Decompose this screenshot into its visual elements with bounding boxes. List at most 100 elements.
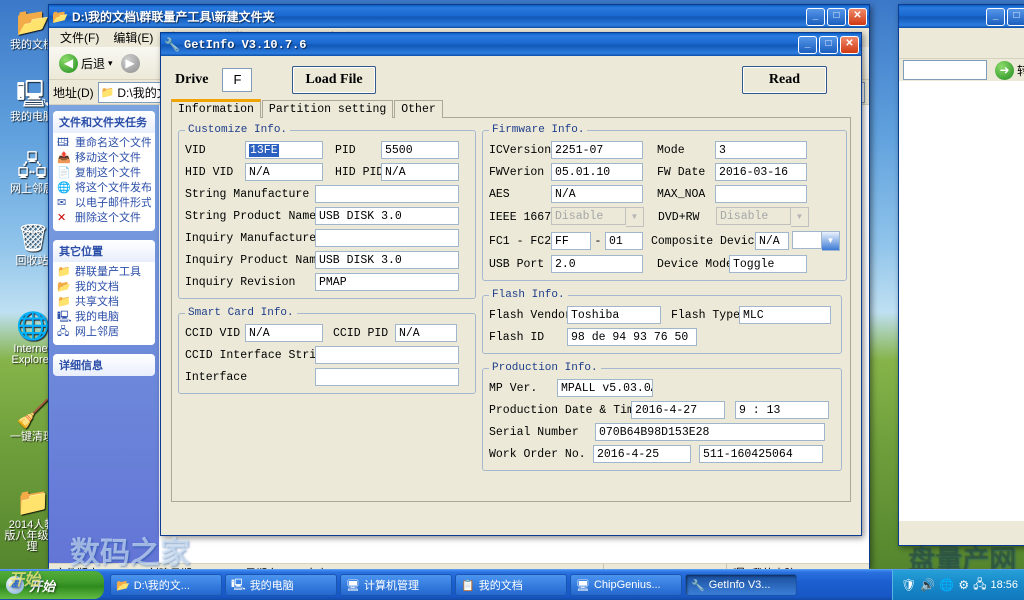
composite-device-combobox[interactable]: ▼ <box>792 231 840 251</box>
hid-pid-field[interactable]: N/A <box>381 163 459 181</box>
interface-field[interactable] <box>315 368 459 386</box>
background-go-button[interactable]: ➜ 转到 <box>991 60 1024 81</box>
chevron-down-icon[interactable]: ▼ <box>822 231 840 251</box>
menu-edit[interactable]: 编辑(E) <box>106 28 160 47</box>
taskbar: ⊞ 开始 📂 D:\我的文... 🖳 我的电脑 🖥 计算机管理 📋 我的文档 🖥 <box>0 569 1024 600</box>
fwverion-field[interactable]: 05.01.10 <box>551 163 643 181</box>
task-item-my-documents[interactable]: 📂 我的文档 <box>57 280 151 295</box>
task-item-shared-documents[interactable]: 📁 共享文档 <box>57 295 151 310</box>
maximize-button[interactable]: □ <box>1007 8 1024 26</box>
explorer-maximize-button[interactable]: □ <box>827 8 846 26</box>
chevron-down-icon[interactable]: ▾ <box>108 58 113 69</box>
background-address-input[interactable] <box>903 60 987 80</box>
inquiry-manufacture-field[interactable] <box>315 229 459 247</box>
hid-vid-field[interactable]: N/A <box>245 163 323 181</box>
getinfo-maximize-button[interactable]: □ <box>819 36 838 54</box>
fwdate-field[interactable]: 2016-03-16 <box>715 163 807 181</box>
ieee-combobox[interactable]: Disable ▼ <box>551 207 644 227</box>
taskbar-item-explorer-folder[interactable]: 📂 D:\我的文... <box>110 574 222 596</box>
composite-device-field[interactable]: N/A <box>755 232 789 250</box>
background-explorer-window[interactable]: _ □ ✕ 🪟 ➜ 转到 <box>898 4 1024 546</box>
delete-x-icon: ✕ <box>57 212 71 225</box>
start-button[interactable]: ⊞ 开始 <box>0 571 104 599</box>
taskbar-item-my-computer[interactable]: 🖳 我的电脑 <box>225 574 337 596</box>
device-mode-field[interactable]: Toggle <box>729 255 807 273</box>
network-icon[interactable]: 🌐 <box>939 578 954 592</box>
vid-field[interactable]: 13FE <box>245 141 323 159</box>
minimize-button[interactable]: _ <box>986 8 1005 26</box>
task-item-move[interactable]: 📤 移动这个文件 <box>57 151 151 166</box>
background-window-addressbar[interactable]: ➜ 转到 <box>899 59 1024 81</box>
row-inquiry-manufacture: Inquiry Manufacture Name <box>185 229 469 247</box>
getinfo-titlebar[interactable]: 🔧 GetInfo V3.10.7.6 _ □ ✕ <box>161 33 861 56</box>
explorer-titlebar[interactable]: 📂 D:\我的文档\群联量产工具\新建文件夹 _ □ ✕ <box>49 5 869 28</box>
volume-icon[interactable]: 🔊 <box>920 578 935 592</box>
ccid-interface-string-field[interactable] <box>315 346 459 364</box>
getinfo-tabs[interactable]: Information Partition setting Other <box>161 98 861 117</box>
row-string-manufacture: String Manufacture Name <box>185 185 469 203</box>
explorer-close-button[interactable]: ✕ <box>848 8 867 26</box>
mp-ver-field[interactable]: MPALL v5.03.0A <box>557 379 653 397</box>
task-item-phison-tool[interactable]: 📁 群联量产工具 <box>57 265 151 280</box>
ccid-pid-field[interactable]: N/A <box>395 324 457 342</box>
task-item-my-computer[interactable]: 🖳 我的电脑 <box>57 310 151 325</box>
dvdrw-label: DVD+RW <box>658 211 716 224</box>
settings-icon[interactable]: ⚙ <box>958 578 969 592</box>
forward-button[interactable]: ▶ <box>121 54 140 73</box>
work-order-date-field[interactable]: 2016-4-25 <box>593 445 691 463</box>
usb-device-icon[interactable]: 🖧 <box>973 575 986 596</box>
pid-field[interactable]: 5500 <box>381 141 459 159</box>
taskbar-item-computer-management[interactable]: 🖥 计算机管理 <box>340 574 452 596</box>
task-item-publish-web[interactable]: 🌐 将这个文件发布到 Web <box>57 181 151 196</box>
task-item-rename[interactable]: 🖽 重命名这个文件 <box>57 136 151 151</box>
flash-id-field[interactable]: 98 de 94 93 76 50 08 <box>567 328 697 346</box>
taskbar-item-getinfo[interactable]: 🔧 GetInfo V3... <box>685 574 797 596</box>
background-window-titlebar[interactable]: _ □ ✕ <box>899 5 1024 28</box>
menu-file[interactable]: 文件(F) <box>53 28 106 47</box>
tab-information[interactable]: Information <box>171 99 261 118</box>
flash-vendor-field[interactable]: Toshiba <box>567 306 661 324</box>
load-file-button[interactable]: Load File <box>292 66 375 94</box>
max-noa-field[interactable] <box>715 185 807 203</box>
tab-partition-setting[interactable]: Partition setting <box>262 100 393 118</box>
row-ccid-interface-string: CCID Interface String <box>185 346 469 364</box>
task-item-label: 网上邻居 <box>75 326 119 339</box>
customize-info-group: Customize Info. VID 13FE PID 5500 HID VI… <box>178 124 476 299</box>
production-time-field[interactable]: 9 : 13 <box>735 401 829 419</box>
mode-field[interactable]: 3 <box>715 141 807 159</box>
flash-type-field[interactable]: MLC <box>739 306 831 324</box>
production-date-field[interactable]: 2016-4-27 <box>631 401 725 419</box>
back-button[interactable]: ◀ 后退 ▾ <box>55 52 117 75</box>
task-item-label: 删除这个文件 <box>75 212 141 225</box>
string-product-field[interactable]: USB DISK 3.0 <box>315 207 459 225</box>
tab-other[interactable]: Other <box>394 100 443 118</box>
ccid-vid-field[interactable]: N/A <box>245 324 323 342</box>
inquiry-revision-field[interactable]: PMAP <box>315 273 459 291</box>
system-clock[interactable]: 18:56 <box>990 579 1018 591</box>
folder-icon: 📁 <box>57 266 71 279</box>
usb-port-field[interactable]: 2.0 <box>551 255 643 273</box>
icversion-field[interactable]: 2251-07 <box>551 141 643 159</box>
string-manufacture-field[interactable] <box>315 185 459 203</box>
work-order-no-field[interactable]: 511-160425064 <box>699 445 823 463</box>
getinfo-minimize-button[interactable]: _ <box>798 36 817 54</box>
shield-icon[interactable]: 🛡 <box>901 578 916 592</box>
serial-number-field[interactable]: 070B64B98D153E28 <box>595 423 825 441</box>
getinfo-window[interactable]: 🔧 GetInfo V3.10.7.6 _ □ ✕ Drive F Load F… <box>160 32 862 536</box>
drive-value-field[interactable]: F <box>222 68 252 92</box>
aes-field[interactable]: N/A <box>551 185 643 203</box>
fc1-field[interactable]: FF <box>551 232 591 250</box>
task-item-network-places[interactable]: 🖧 网上邻居 <box>57 325 151 340</box>
read-button[interactable]: Read <box>742 66 827 94</box>
getinfo-close-button[interactable]: ✕ <box>840 36 859 54</box>
task-item-copy[interactable]: 📄 复制这个文件 <box>57 166 151 181</box>
task-item-delete[interactable]: ✕ 删除这个文件 <box>57 211 151 226</box>
fc2-field[interactable]: 01 <box>605 232 643 250</box>
inquiry-product-field[interactable]: USB DISK 3.0 <box>315 251 459 269</box>
taskbar-item-chipgenius[interactable]: 🖥 ChipGenius... <box>570 574 682 596</box>
taskbar-item-my-documents[interactable]: 📋 我的文档 <box>455 574 567 596</box>
mode-label: Mode <box>657 144 715 157</box>
dvdrw-combobox[interactable]: Disable ▼ <box>716 207 809 227</box>
task-item-email[interactable]: ✉ 以电子邮件形式发送此文件 <box>57 196 151 211</box>
explorer-minimize-button[interactable]: _ <box>806 8 825 26</box>
